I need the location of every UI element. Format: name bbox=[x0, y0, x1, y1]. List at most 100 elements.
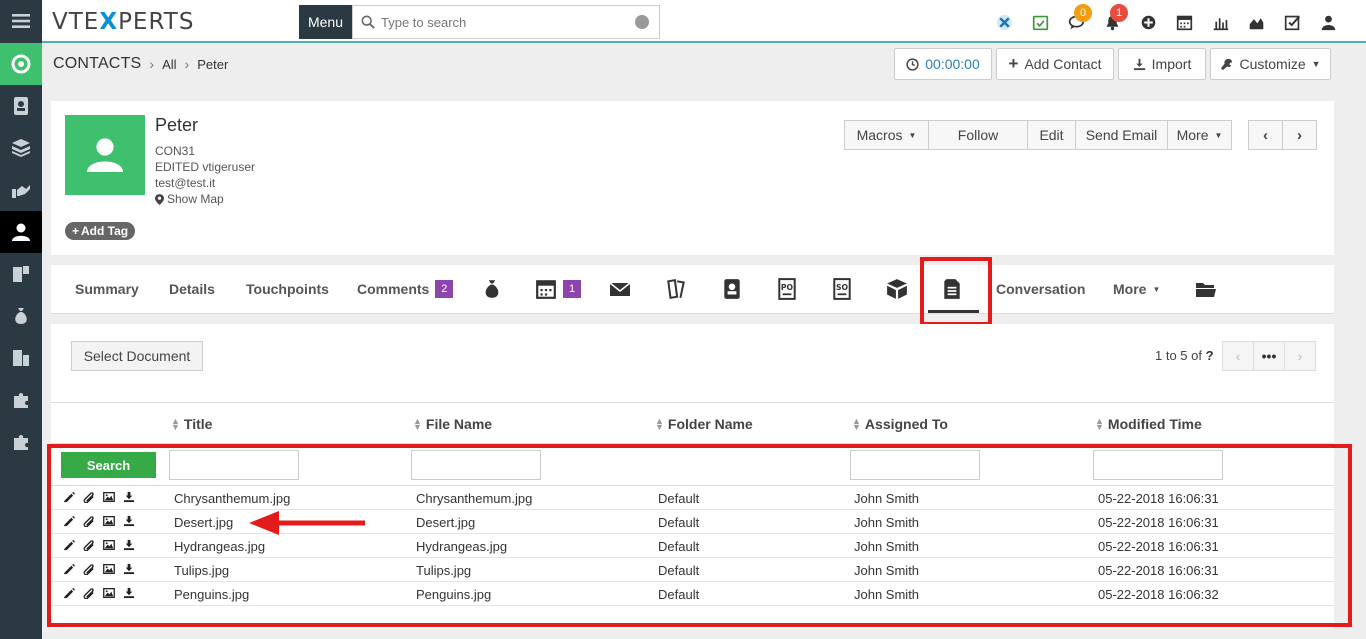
breadcrumb-filter[interactable]: All bbox=[162, 57, 176, 72]
next-page-button[interactable]: › bbox=[1284, 341, 1316, 371]
column-header-folder-name[interactable]: ▲ ▼ Folder Name bbox=[655, 416, 753, 432]
plus-circle-icon: + bbox=[72, 224, 80, 238]
user-profile-icon[interactable] bbox=[1310, 8, 1346, 36]
contacts-person-icon[interactable] bbox=[0, 211, 42, 253]
breadcrumb: CONTACTS › All › Peter bbox=[53, 55, 228, 73]
comments-icon[interactable]: 0 bbox=[1058, 4, 1094, 36]
tab-calendar[interactable]: 1 bbox=[535, 265, 581, 313]
ellipsis-icon: ••• bbox=[1261, 348, 1277, 364]
map-marker-icon bbox=[155, 193, 164, 205]
tab-folder[interactable] bbox=[1195, 265, 1217, 313]
pager-of: of bbox=[1191, 348, 1202, 363]
purchase-order-icon: PO bbox=[778, 278, 796, 300]
caret-down-icon: ▼ bbox=[1311, 59, 1321, 69]
tab-summary[interactable]: Summary bbox=[75, 265, 139, 313]
add-tag-button[interactable]: + Add Tag bbox=[65, 222, 136, 240]
products-cube-icon[interactable] bbox=[0, 127, 42, 169]
select-document-button[interactable]: Select Document bbox=[71, 341, 203, 371]
tab-purchase-orders[interactable]: PO bbox=[776, 265, 798, 313]
search-input[interactable] bbox=[381, 14, 621, 30]
logo-text-x: X bbox=[99, 9, 119, 35]
breadcrumb-module[interactable]: CONTACTS bbox=[53, 55, 141, 73]
macros-button[interactable]: Macros ▼ bbox=[844, 120, 929, 150]
more-actions-button[interactable]: More ▼ bbox=[1167, 120, 1232, 150]
tab-tickets[interactable] bbox=[665, 265, 687, 313]
tab-conversation[interactable]: Conversation bbox=[996, 265, 1085, 313]
column-header-assigned-to[interactable]: ▲ ▼ Assigned To bbox=[852, 416, 948, 432]
support-handshake-icon[interactable] bbox=[0, 169, 42, 211]
next-record-button[interactable]: › bbox=[1282, 120, 1317, 150]
tab-comments-label: Comments bbox=[357, 281, 430, 297]
comments-badge: 0 bbox=[1074, 4, 1092, 22]
contacts-book-icon[interactable] bbox=[0, 85, 42, 127]
red-arrow-annotation bbox=[249, 511, 365, 535]
tab-summary-label: Summary bbox=[75, 281, 139, 297]
add-contact-button[interactable]: + Add Contact bbox=[996, 48, 1114, 80]
home-ring-icon[interactable] bbox=[0, 43, 42, 85]
send-email-button[interactable]: Send Email bbox=[1075, 120, 1168, 150]
vtexperts-logo[interactable]: VTEXPERTS bbox=[52, 9, 194, 35]
edit-button[interactable]: Edit bbox=[1027, 120, 1076, 150]
sort-icon: ▲ ▼ bbox=[413, 416, 422, 432]
column-header-modified-time[interactable]: ▲ ▼ Modified Time bbox=[1095, 416, 1202, 432]
previous-page-button[interactable]: ‹ bbox=[1222, 341, 1254, 371]
customize-button[interactable]: Customize ▼ bbox=[1210, 48, 1331, 80]
tab-emails[interactable] bbox=[609, 265, 631, 313]
tasks-checkbox-icon[interactable] bbox=[1274, 8, 1310, 36]
tab-details[interactable]: Details bbox=[169, 265, 215, 313]
column-header-file-name[interactable]: ▲ ▼ File Name bbox=[413, 416, 492, 432]
menu-button[interactable]: Menu bbox=[299, 5, 352, 39]
show-map-link[interactable]: Show Map bbox=[155, 192, 224, 206]
timer-value: 00:00:00 bbox=[925, 56, 980, 72]
tab-sales-orders[interactable]: SO bbox=[831, 265, 853, 313]
tab-more[interactable]: More ▼ bbox=[1113, 265, 1160, 313]
record-email[interactable]: test@test.it bbox=[155, 176, 215, 190]
tab-products[interactable] bbox=[886, 265, 908, 313]
calendar-check-icon[interactable] bbox=[1022, 8, 1058, 36]
envelope-icon bbox=[609, 282, 631, 296]
tab-details-label: Details bbox=[169, 281, 215, 297]
clock-icon bbox=[906, 57, 919, 71]
pager-total[interactable]: ? bbox=[1206, 348, 1214, 363]
logo-text-start: VTE bbox=[52, 9, 100, 35]
logo-text-end: PERTS bbox=[118, 9, 195, 35]
notifications-bell-icon[interactable]: 1 bbox=[1094, 4, 1130, 36]
hamburger-menu-icon[interactable] bbox=[0, 0, 42, 42]
tab-touchpoints[interactable]: Touchpoints bbox=[246, 265, 329, 313]
tab-opportunities[interactable] bbox=[481, 265, 503, 313]
search-options-icon[interactable] bbox=[635, 15, 649, 29]
global-search[interactable] bbox=[352, 5, 660, 39]
organizations-building-icon[interactable] bbox=[0, 337, 42, 379]
chevron-right-icon: › bbox=[1297, 126, 1302, 144]
send-email-label: Send Email bbox=[1085, 127, 1158, 143]
invoices-icon[interactable] bbox=[0, 253, 42, 295]
sales-order-icon: SO bbox=[833, 278, 851, 300]
page-jump-button[interactable]: ••• bbox=[1253, 341, 1285, 371]
sort-icon: ▲ ▼ bbox=[1095, 416, 1104, 432]
dashboard-area-chart-icon[interactable] bbox=[1238, 8, 1274, 36]
calendar-icon[interactable] bbox=[1166, 8, 1202, 36]
record-edited: EDITED vtigeruser bbox=[155, 160, 256, 174]
puzzle-icon[interactable] bbox=[0, 379, 42, 421]
calendar-count-badge: 1 bbox=[563, 280, 581, 298]
reports-bar-chart-icon[interactable] bbox=[1202, 8, 1238, 36]
record-actions: Macros ▼ Follow Edit Send Email More ▼ bbox=[844, 120, 1232, 150]
previous-record-button[interactable]: ‹ bbox=[1248, 120, 1283, 150]
notifications-badge: 1 bbox=[1110, 4, 1128, 22]
tab-contacts-book[interactable] bbox=[721, 265, 743, 313]
follow-button[interactable]: Follow bbox=[928, 120, 1028, 150]
search-icon bbox=[361, 15, 375, 29]
add-tag-label: Add Tag bbox=[81, 224, 129, 238]
quick-create-plus-icon[interactable] bbox=[1130, 8, 1166, 36]
tab-comments[interactable]: Comments 2 bbox=[357, 265, 454, 313]
money-bag-icon bbox=[485, 280, 499, 298]
timer-button[interactable]: 00:00:00 bbox=[894, 48, 992, 80]
column-header-title[interactable]: ▲ ▼ Title bbox=[171, 416, 212, 432]
vtexperts-x-icon[interactable] bbox=[986, 8, 1022, 36]
sort-icon: ▲ ▼ bbox=[171, 416, 180, 432]
import-button[interactable]: Import bbox=[1118, 48, 1206, 80]
chevron-left-icon: ‹ bbox=[1235, 348, 1241, 364]
money-bag-icon[interactable] bbox=[0, 295, 42, 337]
extensions-puzzle-icon[interactable] bbox=[0, 421, 42, 463]
breadcrumb-record: Peter bbox=[197, 56, 229, 72]
